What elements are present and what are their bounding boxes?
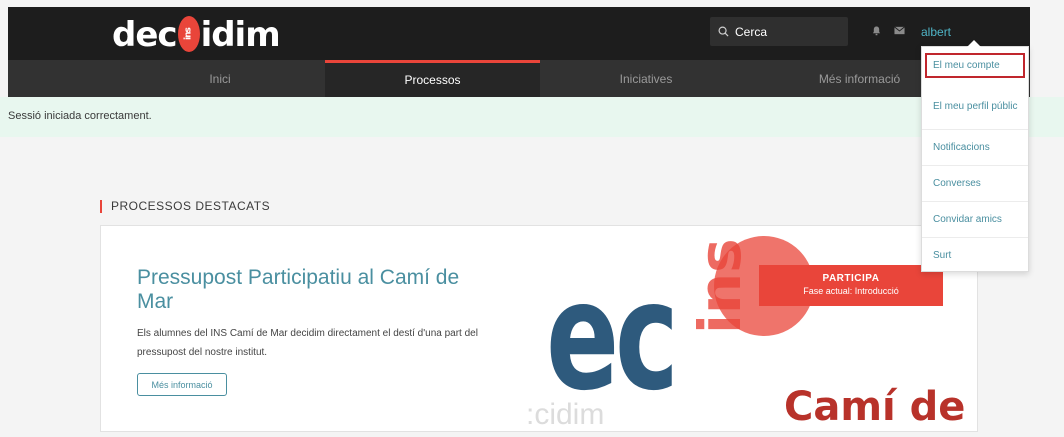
mail-icon[interactable] — [894, 26, 905, 35]
process-description: Els alumnes del INS Camí de Mar decidim … — [137, 328, 478, 358]
highlighted-process-card: Pressupost Participatiu al Camí de Mar E… — [100, 225, 978, 432]
process-title[interactable]: Pressupost Participatiu al Camí de Mar — [137, 266, 497, 314]
menu-item-surt[interactable]: Surt — [922, 238, 1028, 272]
search-box — [710, 17, 848, 46]
process-hero-image[interactable]: ec ins :cidim Camí de M — [526, 226, 977, 431]
search-icon — [718, 26, 729, 37]
menu-item-convidar-amics[interactable]: Convidar amics — [922, 202, 1028, 238]
section-title: PROCESSOS DESTACATS — [100, 200, 270, 213]
more-info-button[interactable]: Més informació — [137, 373, 227, 396]
nav-item-processos[interactable]: Processos — [325, 60, 540, 97]
user-dropdown-menu: El meu compte El meu perfil públic Notif… — [921, 40, 1029, 272]
menu-item-el-meu-compte[interactable]: El meu compte — [925, 53, 1025, 78]
participa-button[interactable]: PARTICIPA Fase actual: Introducció — [759, 265, 943, 306]
nav-item-inici[interactable]: Inici — [116, 60, 324, 97]
top-header: dec ins idim albert — [8, 7, 1030, 60]
success-callout: Sessió iniciada correctament. — [0, 97, 1064, 137]
hero-logo-ins: ins — [686, 238, 754, 334]
dropdown-caret — [967, 40, 981, 47]
hero-faint-text: :cidim — [526, 398, 605, 431]
hero-cami-text: Camí de M — [784, 384, 977, 430]
hero-logo-text: ec — [546, 250, 679, 424]
menu-item-converses[interactable]: Converses — [922, 166, 1028, 202]
nav-item-iniciatives[interactable]: Iniciatives — [541, 60, 751, 97]
callout-text: Sessió iniciada correctament. — [8, 110, 152, 122]
menu-item-perfil-public[interactable]: El meu perfil públic — [922, 83, 1028, 130]
main-nav: Inici Processos Iniciatives Més informac… — [8, 60, 1030, 97]
current-phase-label: Fase actual: Introducció — [803, 286, 899, 296]
search-input[interactable] — [735, 24, 835, 39]
participa-label: PARTICIPA — [822, 273, 880, 284]
bell-icon[interactable] — [872, 26, 881, 36]
menu-item-notificacions[interactable]: Notificacions — [922, 130, 1028, 166]
logo-mark: ins — [177, 16, 200, 52]
site-logo[interactable]: dec ins idim — [112, 13, 281, 55]
user-menu-toggle[interactable]: albert — [921, 25, 951, 39]
